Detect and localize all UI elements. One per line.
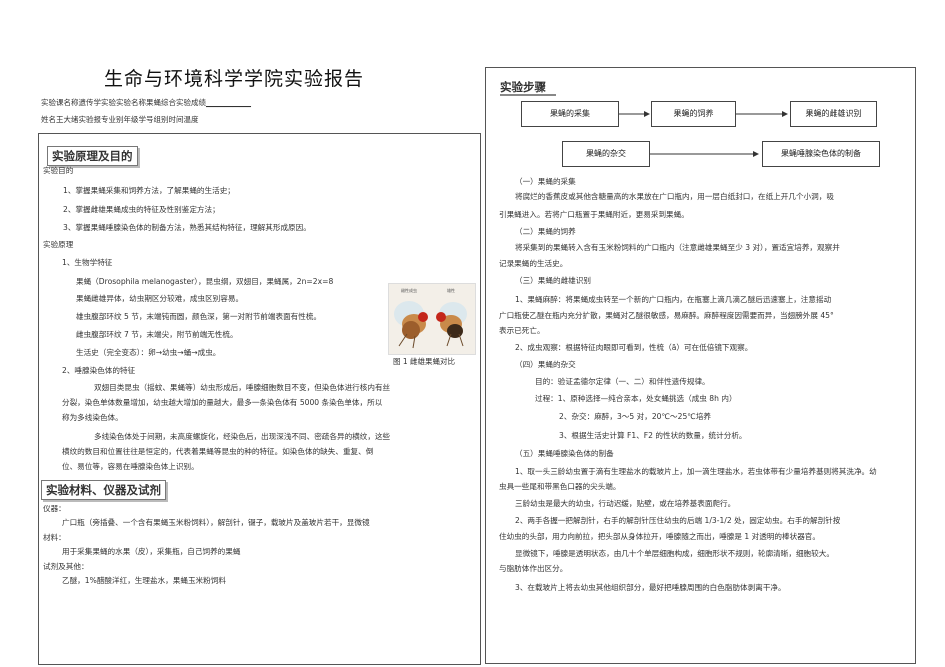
bio-line: 生活史（完全变态）：卵→幼虫→蛹→成虫。 xyxy=(76,348,221,357)
procedure-line: 3、在载玻片上将去幼虫其他组织部分，最好把唾腺周围的白色脂肪体剥离干净。 xyxy=(515,583,786,592)
section-materials-heading: 实验材料、仪器及试剂 xyxy=(41,480,166,500)
chrom-para2-line: 横纹的数目和位置往往是恒定的，代表着果蝇等昆虫的种的特征。如染色体的缺失、重复、… xyxy=(62,447,374,456)
flow-step-salivary-prep: 果蝇唾腺染色体的制备 xyxy=(762,141,880,167)
procedure-line: 2、两手各握一把解剖针，右手的解剖针压住幼虫的后端 1/3-1/2 处，固定幼虫… xyxy=(515,516,841,525)
reagents-text: 乙醚，1%醋酸洋红，生理盐水，果蝇玉米粉饲料 xyxy=(62,576,226,585)
procedure-line: （三）果蝇的雌雄识别 xyxy=(515,276,591,285)
fly-comparison-figure: 雌性成虫 雄性 xyxy=(388,283,476,355)
chrom-para2-line: 位、易位等，容易在唾腺染色体上识别。 xyxy=(62,462,199,471)
procedure-line: 将采集到的果蝇转入含有玉米粉饲料的广口瓶内（注意雌雄果蝇至少 3 对），置适宜培… xyxy=(515,243,840,252)
purpose-item: 3、掌握果蝇唾腺染色体的制备方法，熟悉其结构特征，理解其形成原因。 xyxy=(63,223,311,232)
procedure-line: （四）果蝇的杂交 xyxy=(515,360,576,369)
report-title: 生命与环境科学学院实验报告 xyxy=(104,68,365,90)
student-info-line: 姓名王大绪实验报专业别年级学号组别时间温度 xyxy=(41,115,199,124)
procedure-line: （一）果蝇的采集 xyxy=(515,177,576,186)
procedure-line: 虫具一些尾和带黑色口器的尖头端。 xyxy=(499,482,621,491)
procedure-line: 1、果蝇麻醉：将果蝇成虫转至一个新的广口瓶内，在瓶塞上滴几滴乙醚后迅速塞上，注意… xyxy=(515,295,832,304)
procedure-line: 2、杂交：麻醉，3～5 对，20℃～25℃培养 xyxy=(559,412,712,421)
purpose-item: 2、掌握雌雄果蝇成虫的特征及性别鉴定方法； xyxy=(63,205,220,214)
course-info-text: 实验课名称遗传学实验实验名称果蝇综合实验成绩 xyxy=(41,98,206,107)
procedure-line: 住幼虫的头部，用力向前拉，把头部从身体拉开，唾腺随之而出，唾腺是 1 对透明的棒… xyxy=(499,532,820,541)
bio-line: 雄虫腹部环纹 5 节，末端钝而圆，颜色深，第一对附节前端表面有性梳。 xyxy=(76,312,322,321)
materials-text: 用于采集果蝇的水果（皮），采集瓶，自己饲养的果蝇 xyxy=(62,547,241,556)
figure-caption: 图 1 雌雄果蝇对比 xyxy=(393,357,456,366)
bio-line: 雌虫腹部环纹 7 节，末端尖，附节前端无性梳。 xyxy=(76,330,238,339)
bio-line: 果蝇雌雄异体，幼虫期区分较难，成虫区别容易。 xyxy=(76,294,244,303)
purpose-label: 实验目的 xyxy=(43,166,74,175)
procedure-line: 2、成虫观察：根据特征肉眼即可看到，性梳（ā）可在低倍镜下观察。 xyxy=(515,343,753,352)
bio-line: 果蝇（Drosophila melanogaster），昆虫纲，双翅目，果蝇属，… xyxy=(76,277,334,286)
procedure-line: 表示已死亡。 xyxy=(499,326,545,335)
figure-label-female: 雌性成虫 xyxy=(401,287,417,293)
male-fly xyxy=(436,302,467,347)
procedure-line: （五）果蝇唾腺染色体的制备 xyxy=(515,449,614,458)
procedure-line: （二）果蝇的饲养 xyxy=(515,227,576,236)
flow-step-sex-id: 果蝇的雌雄识别 xyxy=(790,101,877,127)
principle-label: 实验原理 xyxy=(43,240,74,249)
bio-feature-title: 1、生物学特征 xyxy=(62,258,113,267)
procedure-line: 3、根据生活史计算 F1、F2 的性状的数量，统计分析。 xyxy=(559,431,747,440)
section-principle-heading: 实验原理及目的 xyxy=(47,146,138,166)
chrom-feature-title: 2、唾腺染色体的特征 xyxy=(62,366,136,375)
procedure-line: 1、取一头三龄幼虫置于滴有生理盐水的载玻片上，加一滴生理盐水，若虫体带有少量培养… xyxy=(515,467,877,476)
purpose-item: 1、掌握果蝇采集和饲养方法，了解果蝇的生活史； xyxy=(63,186,235,195)
procedure-line: 广口瓶使乙醚在瓶内充分扩散，果蝇对乙醚很敏感，易麻醉。麻醉程度因需要而异，当翅膀… xyxy=(499,311,834,320)
grade-blank: ____________ xyxy=(206,98,251,107)
procedure-line: 引果蝇进入。若将广口瓶置于果蝇附近，更易采到果蝇。 xyxy=(499,210,689,219)
procedure-line: 显微镜下，唾腺是透明状态，由几十个单层细胞构成，细胞形状不规则，轮廓清晰，细胞较… xyxy=(515,549,834,558)
materials-label: 材料： xyxy=(43,533,66,542)
female-fly xyxy=(394,301,428,349)
chrom-para1-line: 双翅目类昆虫（摇蚊、果蝇等）幼虫形成后，唾腺细胞数目不变，但染色体进行核内有丝 xyxy=(94,383,391,392)
chrom-para1-line: 分裂，染色单体数量增加，幼虫越大增加的量越大，最多一条染色体有 5000 条染色… xyxy=(62,398,383,407)
procedure-line: 记录果蝇的生活史。 xyxy=(499,259,568,268)
fly-illustration: 雌性成虫 雄性 xyxy=(394,287,467,349)
procedure-line: 过程：1、原种选择—纯合亲本，处女蝇挑选（成虫 8h 内） xyxy=(535,394,737,403)
reagents-label: 试剂及其他： xyxy=(43,562,89,571)
course-info-line: 实验课名称遗传学实验实验名称果蝇综合实验成绩____________ xyxy=(41,97,251,108)
flow-step-collect: 果蝇的采集 xyxy=(521,101,619,127)
instruments-text: 广口瓶（旁插叠、一个含有果蝇玉米粉饲料），解剖针，镊子，载玻片及盖玻片若干，显微… xyxy=(62,518,370,527)
procedure-line: 目的：验证孟德尔定律（一、二）和伴性遗传规律。 xyxy=(535,377,710,386)
procedure-line: 与脂肪体作出区分。 xyxy=(499,564,568,573)
flow-step-cross: 果蝇的杂交 xyxy=(562,141,650,167)
chrom-para1-line: 称为多线染色体。 xyxy=(62,413,123,422)
section-steps-heading: 实验步骤 xyxy=(500,80,546,94)
procedure-line: 三龄幼虫是最大的幼虫，行动迟缓，贴壁，或在培养基表面爬行。 xyxy=(515,499,736,508)
chrom-para2-line: 多线染色体处于间期，未高度螺旋化，经染色后，出现深浅不同、密疏各异的横纹，这些 xyxy=(94,432,391,441)
figure-label-male: 雄性 xyxy=(447,287,455,293)
flow-step-rear: 果蝇的饲养 xyxy=(651,101,736,127)
procedure-line: 将腐烂的香蕉皮或其他含糖量高的水果放在广口瓶内，用一层白纸封口，在纸上开几个小洞… xyxy=(515,192,834,201)
instruments-label: 仪器： xyxy=(43,504,66,513)
